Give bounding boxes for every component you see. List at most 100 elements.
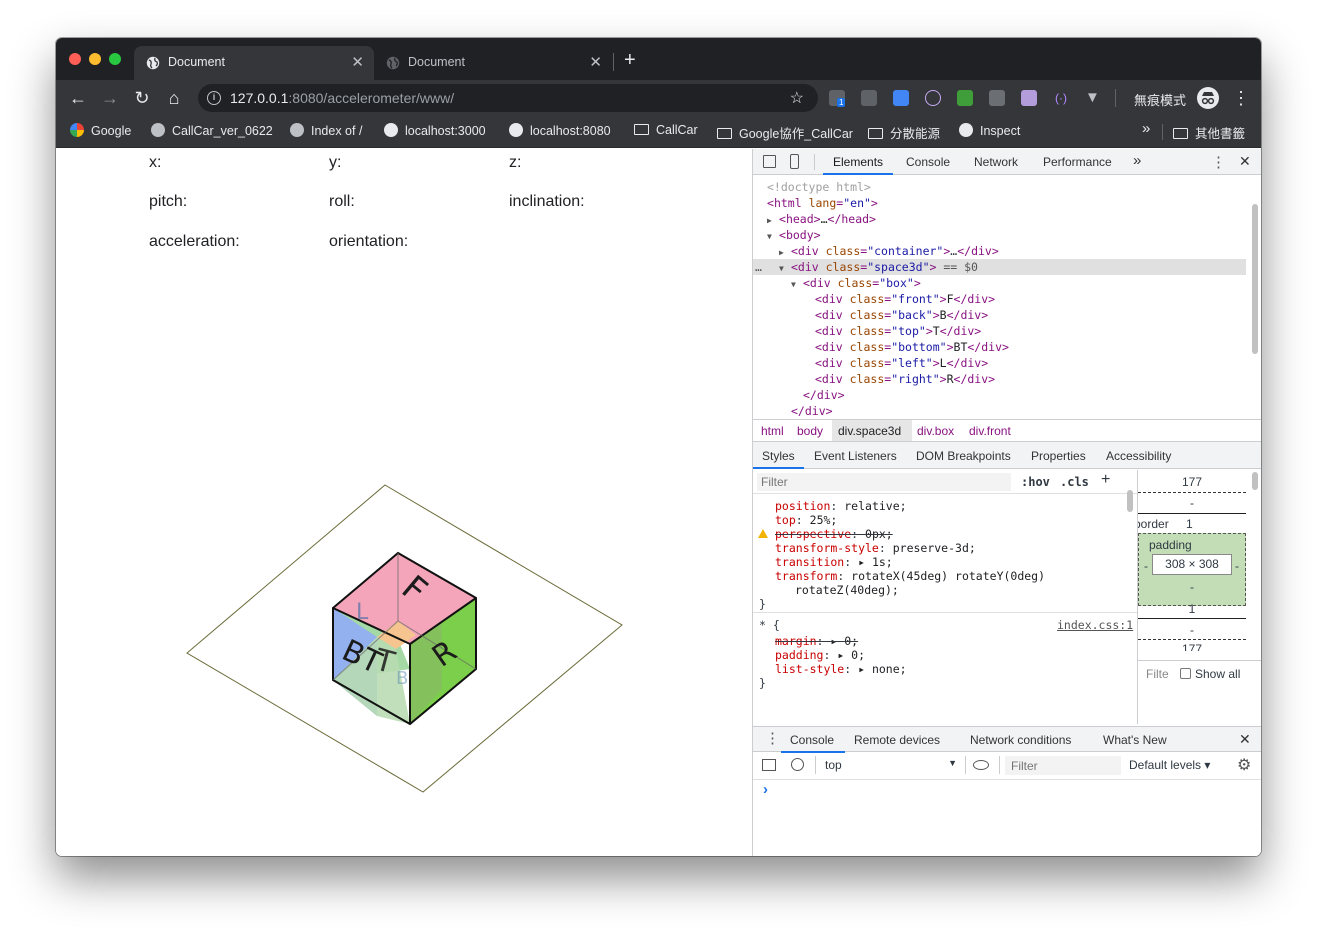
style-decl-struck[interactable]: perspective: 0px; (775, 527, 893, 541)
address-bar[interactable]: i 127.0.0.1:8080/accelerometer/www/ ☆ (198, 84, 818, 112)
bootstrap-icon[interactable] (989, 90, 1005, 106)
browser-menu-icon[interactable]: ⋮ (1232, 87, 1250, 109)
drawer-tab-console[interactable]: Console (790, 733, 834, 747)
close-tab-icon[interactable]: ✕ (589, 53, 602, 71)
console-filter-input[interactable] (1005, 756, 1121, 775)
back-button[interactable]: ← (68, 88, 88, 108)
console-output[interactable]: › (753, 780, 1261, 856)
dom-line-box[interactable]: ▼ <div class="box"> (753, 275, 1246, 291)
forward-button[interactable]: → (100, 88, 120, 108)
universal-selector[interactable]: * { (759, 618, 780, 632)
inspect-element-icon[interactable] (763, 155, 776, 168)
dom-tree-scrollbar[interactable] (1252, 204, 1258, 354)
style-decl[interactable]: transform: rotateX(45deg) rotateY(0deg) (775, 569, 1045, 583)
info-icon[interactable]: i (207, 91, 221, 105)
breadcrumb-space3d[interactable]: div.space3d (838, 424, 901, 438)
tab-document[interactable]: Document ✕ (374, 46, 612, 80)
stylesheet-link[interactable]: index.css:1 (1057, 618, 1133, 632)
tab-console[interactable]: Console (906, 155, 950, 169)
console-settings-icon[interactable]: ⚙ (1237, 755, 1251, 775)
dom-line-space3d-close[interactable]: </div> (753, 403, 1246, 419)
style-decl-struck[interactable]: margin: ▸ 0; (775, 634, 858, 648)
more-tabs-button[interactable]: » (1133, 152, 1141, 169)
tab-document-active[interactable]: Document ✕ (134, 46, 374, 80)
drawer-tab-whats-new[interactable]: What's New (1103, 733, 1167, 747)
incognito-icon[interactable] (1197, 87, 1219, 109)
bookmark-google[interactable]: Google (70, 123, 131, 138)
device-toolbar-icon[interactable] (790, 154, 799, 169)
context-selector[interactable]: top ▼ (823, 755, 959, 775)
style-decl[interactable]: transition: ▸ 1s; (775, 555, 893, 569)
drawer-tab-network-conditions[interactable]: Network conditions (970, 733, 1071, 747)
box-model-scrollbar[interactable] (1252, 472, 1258, 490)
tab-elements[interactable]: Elements (833, 155, 883, 169)
drawer-tab-remote-devices[interactable]: Remote devices (854, 733, 940, 747)
content-size[interactable]: 308 × 308 (1152, 554, 1232, 575)
cls-toggle[interactable]: .cls (1060, 475, 1089, 489)
minimize-window-button[interactable] (89, 53, 101, 65)
hov-toggle[interactable]: :hov (1021, 475, 1050, 489)
styles-filter-input[interactable] (757, 473, 1011, 491)
breadcrumb-html[interactable]: html (761, 424, 784, 438)
close-drawer-icon[interactable]: ✕ (1239, 731, 1251, 748)
nodejs-icon[interactable] (957, 90, 973, 106)
computed-filter-input[interactable]: Filte (1146, 667, 1169, 681)
dom-line-head[interactable]: ▶ <head>…</head> (753, 211, 1246, 227)
tab-accessibility[interactable]: Accessibility (1106, 449, 1171, 463)
dom-line-bottom[interactable]: <div class="bottom">BT</div> (753, 339, 1246, 355)
other-bookmarks[interactable]: 其他書籤 (1173, 123, 1245, 142)
extension-db2-icon[interactable] (861, 90, 877, 106)
dom-line-front[interactable]: <div class="front">F</div> (753, 291, 1246, 307)
breadcrumb-body[interactable]: body (797, 424, 823, 438)
tab-network[interactable]: Network (974, 155, 1018, 169)
new-tab-button[interactable]: + (624, 50, 636, 70)
dom-line-back[interactable]: <div class="back">B</div> (753, 307, 1246, 323)
tab-properties[interactable]: Properties (1031, 449, 1086, 463)
breadcrumb-front[interactable]: div.front (969, 424, 1011, 438)
dom-line-top[interactable]: <div class="top">T</div> (753, 323, 1246, 339)
styles-scrollbar[interactable] (1127, 490, 1133, 512)
drawer-menu-icon[interactable]: ⋮ (765, 729, 780, 747)
style-decl[interactable]: position: relative; (775, 499, 907, 513)
bookmark-localhost-3000[interactable]: localhost:3000 (384, 123, 486, 138)
dom-line-container[interactable]: ▶ <div class="container">…</div> (753, 243, 1246, 259)
close-tab-icon[interactable]: ✕ (351, 53, 364, 71)
show-all-checkbox[interactable] (1180, 668, 1191, 679)
extension-db-icon[interactable]: 1 (829, 90, 846, 107)
star-icon[interactable]: ☆ (790, 88, 804, 108)
tab-styles[interactable]: Styles (762, 449, 795, 463)
bookmark-inspect[interactable]: Inspect (959, 123, 1020, 138)
bookmark-index[interactable]: Index of / (290, 123, 362, 138)
style-decl[interactable]: transform-style: preserve-3d; (775, 541, 976, 555)
devtools-menu-icon[interactable]: ⋮ (1211, 153, 1226, 171)
incognito-label[interactable]: 無痕模式 (1134, 90, 1186, 109)
bookmark-callcar-ver[interactable]: CallCar_ver_0622 (151, 123, 273, 138)
close-devtools-icon[interactable]: ✕ (1239, 153, 1251, 170)
dom-line-space3d-selected[interactable]: … ▼ <div class="space3d"> == $0 (753, 259, 1246, 275)
dom-line-body[interactable]: ▼ <body> (753, 227, 1246, 243)
eye-icon[interactable] (973, 760, 989, 770)
style-decl[interactable]: list-style: ▸ none; (775, 662, 907, 676)
style-decl[interactable]: top: 25%; (775, 513, 837, 527)
bookmark-google-sites-folder[interactable]: Google協作_CallCar (717, 123, 853, 142)
style-decl[interactable]: padding: ▸ 0; (775, 648, 865, 662)
grid-extension-icon[interactable] (1021, 90, 1037, 106)
zoom-window-button[interactable] (109, 53, 121, 65)
dom-line-left[interactable]: <div class="left">L</div> (753, 355, 1246, 371)
dom-line-right[interactable]: <div class="right">R</div> (753, 371, 1246, 387)
vue-icon[interactable]: ▼ (1085, 90, 1101, 106)
tab-dom-breakpoints[interactable]: DOM Breakpoints (916, 449, 1011, 463)
dom-line-box-close[interactable]: </div> (753, 387, 1246, 403)
more-bookmarks-button[interactable]: » (1142, 120, 1150, 137)
dom-line-html[interactable]: <html lang="en"> (753, 195, 1246, 211)
bookmark-energy-folder[interactable]: 分散能源 (868, 123, 940, 142)
home-button[interactable]: ⌂ (164, 88, 184, 108)
brackets-icon[interactable]: (·) (1053, 90, 1069, 106)
clear-console-icon[interactable] (791, 758, 804, 771)
dom-line-doctype[interactable]: <!doctype html> (753, 179, 1246, 195)
reload-button[interactable]: ↻ (132, 88, 152, 108)
url-text[interactable]: 127.0.0.1:8080/accelerometer/www/ (230, 90, 454, 106)
react-icon[interactable] (925, 90, 941, 106)
console-prompt[interactable]: › (763, 781, 768, 798)
tab-event-listeners[interactable]: Event Listeners (814, 449, 897, 463)
